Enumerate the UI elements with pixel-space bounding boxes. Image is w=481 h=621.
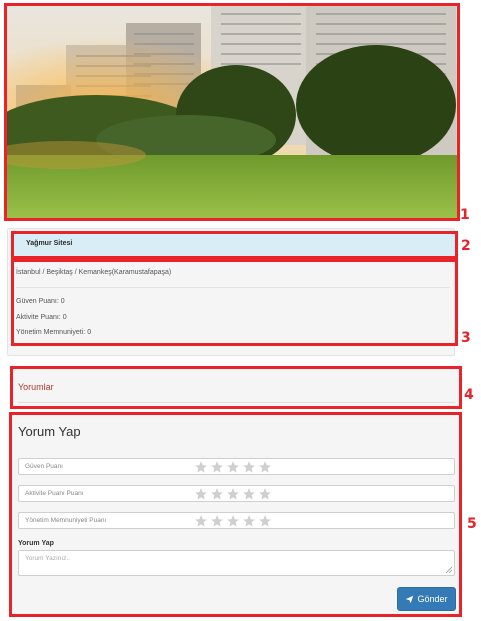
activity-rating-field[interactable]: Aktivite Puanı Puanı <box>18 485 455 502</box>
trust-rating-field[interactable]: Güven Puanı <box>18 458 455 475</box>
star-icon[interactable] <box>258 487 272 501</box>
divider <box>16 287 450 288</box>
annotation-number-2: 2 <box>461 238 471 254</box>
review-form-title: Yorum Yap <box>18 424 81 439</box>
star-icon[interactable] <box>242 487 256 501</box>
annotation-number-5: 5 <box>467 516 477 532</box>
comments-divider <box>18 402 455 403</box>
property-photo <box>6 5 458 221</box>
activity-star-rating[interactable] <box>194 487 272 501</box>
star-icon[interactable] <box>210 487 224 501</box>
management-satisfaction: Yönetim Memnuniyeti: 0 <box>16 329 92 336</box>
activity-rating-placeholder: Aktivite Puanı Puanı <box>25 490 84 497</box>
annotation-number-4: 4 <box>464 387 474 403</box>
resize-grip-icon[interactable] <box>446 567 452 573</box>
submit-label: Gönder <box>417 594 448 604</box>
trust-star-rating[interactable] <box>194 460 272 474</box>
management-rating-placeholder: Yönetim Memnuniyeti Puanı <box>25 517 107 524</box>
management-star-rating[interactable] <box>194 514 272 528</box>
star-icon[interactable] <box>226 460 240 474</box>
annotation-number-1: 1 <box>460 207 470 223</box>
submit-button[interactable]: Gönder <box>397 587 456 611</box>
star-icon[interactable] <box>210 460 224 474</box>
paper-plane-icon <box>406 595 414 603</box>
comment-textarea[interactable]: Yorum Yazınız.. <box>18 550 455 576</box>
annotation-number-3: 3 <box>461 330 471 346</box>
property-location: İstanbul / Beşiktaş / Kemankeş(Karamusta… <box>16 269 172 276</box>
star-icon[interactable] <box>242 460 256 474</box>
star-icon[interactable] <box>226 514 240 528</box>
trust-score: Güven Puanı: 0 <box>16 298 65 305</box>
star-icon[interactable] <box>194 514 208 528</box>
comment-placeholder: Yorum Yazınız.. <box>25 555 71 562</box>
property-name: Yağmur Sitesi <box>26 240 73 247</box>
star-icon[interactable] <box>258 460 272 474</box>
management-rating-field[interactable]: Yönetim Memnuniyeti Puanı <box>18 512 455 529</box>
comments-title: Yorumlar <box>18 382 54 392</box>
star-icon[interactable] <box>242 514 256 528</box>
star-icon[interactable] <box>194 487 208 501</box>
star-icon[interactable] <box>226 487 240 501</box>
star-icon[interactable] <box>258 514 272 528</box>
property-title-bar <box>11 232 458 258</box>
star-icon[interactable] <box>194 460 208 474</box>
activity-score: Aktivite Puanı: 0 <box>16 314 67 321</box>
star-icon[interactable] <box>210 514 224 528</box>
comment-label: Yorum Yap <box>18 540 54 547</box>
trust-rating-placeholder: Güven Puanı <box>25 463 63 470</box>
